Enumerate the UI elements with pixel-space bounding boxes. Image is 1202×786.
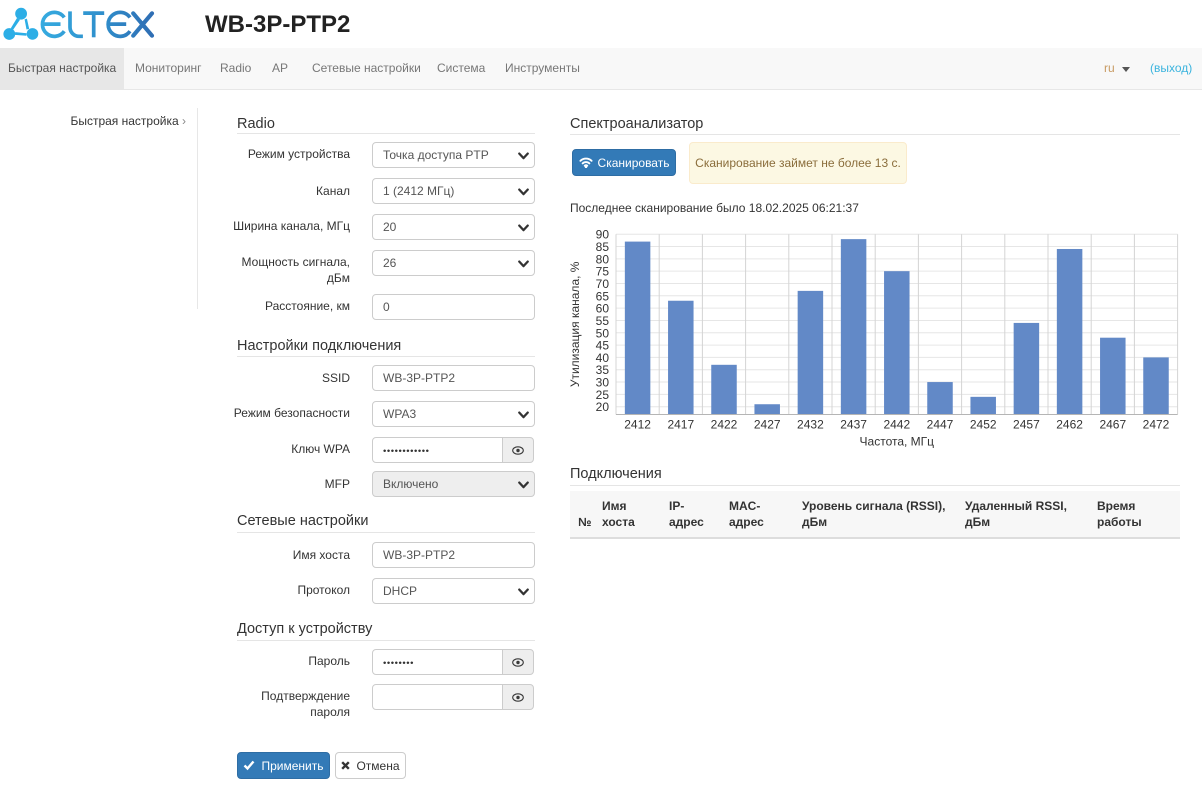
svg-text:2437: 2437 xyxy=(840,418,867,432)
svg-text:90: 90 xyxy=(596,228,610,242)
svg-text:2427: 2427 xyxy=(754,418,781,432)
svg-text:Частота, МГц: Частота, МГц xyxy=(860,435,935,449)
svg-text:2462: 2462 xyxy=(1056,418,1083,432)
svg-text:75: 75 xyxy=(596,265,610,279)
svg-text:50: 50 xyxy=(596,326,610,340)
svg-text:70: 70 xyxy=(596,277,610,291)
svg-text:2472: 2472 xyxy=(1143,418,1170,432)
svg-text:2432: 2432 xyxy=(797,418,824,432)
svg-text:55: 55 xyxy=(596,314,610,328)
svg-text:80: 80 xyxy=(596,252,610,266)
svg-text:45: 45 xyxy=(596,339,610,353)
svg-text:2447: 2447 xyxy=(927,418,954,432)
svg-text:2422: 2422 xyxy=(711,418,738,432)
svg-text:35: 35 xyxy=(596,363,610,377)
svg-text:30: 30 xyxy=(596,376,610,390)
svg-text:85: 85 xyxy=(596,240,610,254)
svg-text:2417: 2417 xyxy=(667,418,694,432)
svg-text:2457: 2457 xyxy=(1013,418,1040,432)
svg-text:2442: 2442 xyxy=(883,418,910,432)
svg-text:40: 40 xyxy=(596,351,610,365)
svg-text:2412: 2412 xyxy=(624,418,651,432)
svg-text:2467: 2467 xyxy=(1099,418,1126,432)
svg-text:20: 20 xyxy=(596,400,610,414)
svg-text:65: 65 xyxy=(596,289,610,303)
svg-text:Утилизация канала, %: Утилизация канала, % xyxy=(568,261,582,387)
svg-text:25: 25 xyxy=(596,388,610,402)
svg-text:2452: 2452 xyxy=(970,418,997,432)
svg-text:60: 60 xyxy=(596,302,610,316)
